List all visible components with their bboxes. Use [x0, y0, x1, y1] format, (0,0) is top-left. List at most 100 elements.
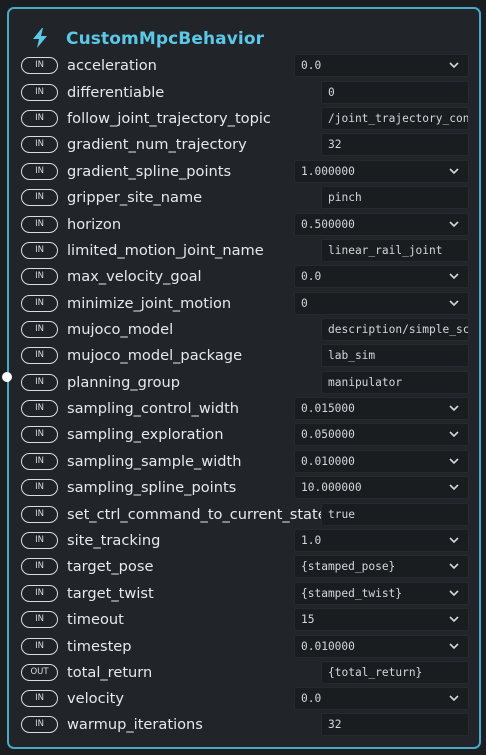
port-name: planning_group — [67, 374, 181, 391]
chevron-down-icon[interactable] — [449, 458, 459, 465]
port-direction-badge: IN — [21, 611, 58, 628]
port-value-input[interactable]: linear_rail_joint — [321, 239, 469, 262]
port-name: gripper_site_name — [67, 189, 203, 206]
port-row-timeout: IN timeout 15 — [9, 608, 479, 633]
port-value-text: pinch — [328, 191, 362, 204]
port-value-dropdown[interactable]: 0.0 — [294, 54, 469, 77]
port-value-text: 0.0 — [301, 270, 322, 283]
port-value-dropdown[interactable]: 0.050000 — [294, 423, 469, 446]
port-value-dropdown[interactable]: 0.0 — [294, 265, 469, 288]
port-value-dropdown[interactable]: 0 — [294, 292, 469, 315]
port-row-acceleration: IN acceleration 0.0 — [9, 54, 479, 79]
port-value-text: 32 — [328, 138, 342, 151]
port-row-planning-group: IN planning_group manipulator — [9, 371, 479, 396]
port-direction-badge: IN — [21, 532, 58, 549]
port-row-horizon: IN horizon 0.500000 — [9, 213, 479, 238]
port-value-dropdown[interactable]: 1.000000 — [294, 160, 469, 183]
port-value-text: /joint_trajectory_controller — [328, 112, 469, 125]
port-name: target_twist — [67, 585, 154, 602]
port-value-input[interactable]: lab_sim — [321, 344, 469, 367]
port-value-dropdown[interactable]: {stamped_pose} — [294, 555, 469, 578]
chevron-down-icon[interactable] — [449, 563, 459, 570]
port-value-input[interactable]: {total_return} — [321, 661, 469, 684]
chevron-down-icon[interactable] — [449, 168, 459, 175]
port-direction-badge: IN — [21, 189, 58, 206]
port-direction-badge: IN — [21, 216, 58, 233]
port-value-text: manipulator — [328, 376, 403, 389]
port-value-dropdown[interactable]: 0.0 — [294, 687, 469, 710]
chevron-down-icon[interactable] — [449, 221, 459, 228]
port-value-dropdown[interactable]: 0.500000 — [294, 213, 469, 236]
port-value-dropdown[interactable]: 0.010000 — [294, 450, 469, 473]
port-row-warmup-iterations: IN warmup_iterations 32 — [9, 713, 479, 738]
port-value-text: 1.0 — [301, 534, 322, 547]
port-value-text: 0.0 — [301, 692, 322, 705]
port-direction-badge: IN — [21, 400, 58, 417]
lightning-bolt-icon — [29, 27, 51, 49]
port-value-text: {total_return} — [328, 666, 423, 679]
port-row-target-twist: IN target_twist {stamped_twist} — [9, 582, 479, 607]
chevron-down-icon[interactable] — [449, 273, 459, 280]
port-value-input[interactable]: manipulator — [321, 371, 469, 394]
port-value-input[interactable]: 32 — [321, 133, 469, 156]
port-value-text: description/simple_scene.xml — [328, 323, 469, 336]
port-direction-badge: IN — [21, 506, 58, 523]
port-name: mujoco_model — [67, 321, 174, 338]
port-value-text: 0.010000 — [301, 455, 355, 468]
port-value-input[interactable]: 32 — [321, 713, 469, 736]
port-name: timestep — [67, 638, 132, 655]
port-direction-badge: IN — [21, 347, 58, 364]
port-value-text: true — [328, 508, 355, 521]
port-value-text: {stamped_pose} — [301, 560, 396, 573]
chevron-down-icon[interactable] — [449, 300, 459, 307]
port-value-dropdown[interactable]: 1.0 — [294, 529, 469, 552]
port-value-dropdown[interactable]: 10.000000 — [294, 476, 469, 499]
port-direction-badge: OUT — [21, 664, 58, 681]
port-row-mujoco-model: IN mujoco_model description/simple_scene.x… — [9, 318, 479, 343]
chevron-down-icon[interactable] — [449, 431, 459, 438]
port-direction-badge: IN — [21, 558, 58, 575]
port-name: minimize_joint_motion — [67, 295, 232, 312]
port-name: set_ctrl_command_to_current_state — [67, 506, 327, 523]
port-value-input[interactable]: /joint_trajectory_controller — [321, 107, 469, 130]
port-name: timeout — [67, 611, 124, 628]
chevron-down-icon[interactable] — [449, 590, 459, 597]
port-row-limited-motion-joint-name: IN limited_motion_joint_name linear_rail_j… — [9, 239, 479, 264]
port-value-dropdown[interactable]: 15 — [294, 608, 469, 631]
chevron-down-icon[interactable] — [449, 695, 459, 702]
port-name: sampling_spline_points — [67, 479, 237, 496]
port-name: sampling_exploration — [67, 426, 224, 443]
port-row-set-ctrl-command-to-current-state: IN set_ctrl_command_to_current_state true — [9, 503, 479, 528]
chevron-down-icon[interactable] — [449, 537, 459, 544]
chevron-down-icon[interactable] — [449, 62, 459, 69]
behavior-node[interactable]: CustomMpcBehavior IN acceleration 0.0 IN dif… — [2, 7, 481, 749]
port-value-input[interactable]: true — [321, 503, 469, 526]
port-row-sampling-spline-points: IN sampling_spline_points 10.000000 — [9, 476, 479, 501]
port-name: sampling_sample_width — [67, 453, 242, 470]
chevron-down-icon[interactable] — [449, 405, 459, 412]
port-direction-badge: IN — [21, 453, 58, 470]
port-value-text: 0.0 — [301, 59, 322, 72]
port-direction-badge: IN — [21, 295, 58, 312]
port-value-dropdown[interactable]: 0.010000 — [294, 635, 469, 658]
port-value-text: 32 — [328, 718, 342, 731]
port-name: limited_motion_joint_name — [67, 242, 264, 259]
port-value-dropdown[interactable]: 0.015000 — [294, 397, 469, 420]
port-value-text: 1.000000 — [301, 165, 355, 178]
port-name: differentiable — [67, 84, 165, 101]
port-row-sampling-sample-width: IN sampling_sample_width 0.010000 — [9, 450, 479, 475]
port-value-text: 0.010000 — [301, 640, 355, 653]
chevron-down-icon[interactable] — [449, 484, 459, 491]
port-row-site-tracking: IN site_tracking 1.0 — [9, 529, 479, 554]
port-direction-badge: IN — [21, 638, 58, 655]
port-value-input[interactable]: description/simple_scene.xml — [321, 318, 469, 341]
port-name: velocity — [67, 690, 125, 707]
port-value-dropdown[interactable]: {stamped_twist} — [294, 582, 469, 605]
port-value-input[interactable]: pinch — [321, 186, 469, 209]
chevron-down-icon[interactable] — [449, 616, 459, 623]
port-name: total_return — [67, 664, 153, 681]
chevron-down-icon[interactable] — [449, 643, 459, 650]
port-value-input[interactable]: 0 — [321, 81, 469, 104]
port-value-text: 10.000000 — [301, 481, 362, 494]
port-row-mujoco-model-package: IN mujoco_model_package lab_sim — [9, 344, 479, 369]
